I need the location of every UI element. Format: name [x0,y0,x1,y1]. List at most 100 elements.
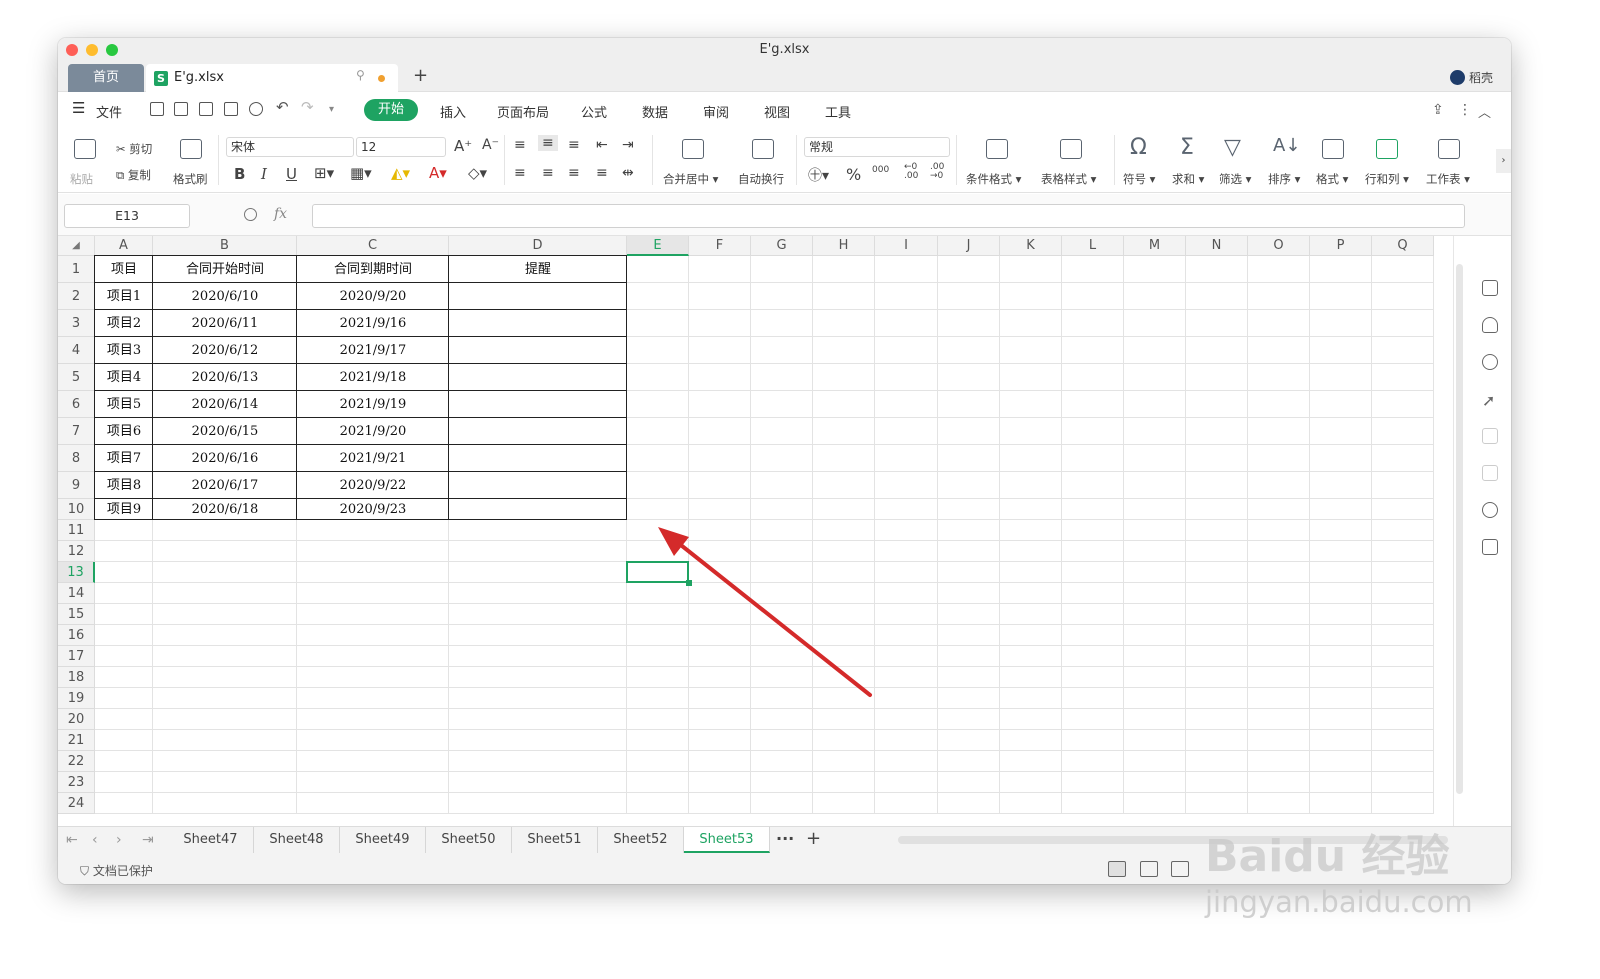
fill-color-icon[interactable]: ◭▾ [391,164,410,182]
table-cell[interactable] [449,499,627,520]
open-icon[interactable] [150,102,164,116]
column-header-p[interactable]: P [1310,236,1372,256]
currency-icon[interactable]: ㊉▾ [808,165,829,185]
fill-handle[interactable] [686,580,692,586]
table-cell[interactable]: 项目1 [95,283,153,310]
row-header-19[interactable]: 19 [58,688,95,709]
table-style-button[interactable]: 表格样式 ▾ [1041,171,1096,187]
hamburger-menu-icon[interactable]: ☰ [72,99,85,117]
row-header-8[interactable]: 8 [58,445,95,472]
row-header-12[interactable]: 12 [58,541,95,562]
share-icon[interactable]: ⇪ [1432,102,1444,118]
table-cell[interactable]: 2020/6/16 [153,445,297,472]
normal-view-icon[interactable] [1108,861,1126,877]
table-cell[interactable]: 2020/6/18 [153,499,297,520]
new-tab-button[interactable]: + [413,65,428,86]
column-header-h[interactable]: H [813,236,875,256]
filter-button[interactable]: 筛选 ▾ [1219,171,1251,187]
column-header-a[interactable]: A [95,236,153,256]
wrap-text-label[interactable]: 自动换行 [738,171,784,187]
conditional-format-icon[interactable] [986,139,1008,159]
column-header-m[interactable]: M [1124,236,1186,256]
last-sheet-icon[interactable]: ⇥ [142,832,154,848]
row-header-11[interactable]: 11 [58,520,95,541]
menu-file[interactable]: 文件 [96,102,122,121]
increase-indent-icon[interactable]: ⇥ [622,137,634,153]
shapes-icon[interactable] [1482,280,1498,296]
menu-tab-tools[interactable]: 工具 [825,102,851,121]
filter-icon[interactable]: ▽ [1224,135,1241,160]
align-right-icon[interactable]: ≡ [568,165,580,181]
column-header-q[interactable]: Q [1372,236,1434,256]
cut-button[interactable]: ✂ 剪切 [116,141,152,157]
fill-pattern-icon[interactable]: ▦▾ [350,164,372,182]
customize-chevron-icon[interactable]: ▾ [329,104,334,115]
table-cell[interactable]: 2021/9/17 [297,337,449,364]
align-left-icon[interactable]: ≡ [514,165,526,181]
row-header-17[interactable]: 17 [58,646,95,667]
tab-home[interactable]: 首页 [68,64,144,92]
column-header-k[interactable]: K [1000,236,1062,256]
align-middle-icon[interactable]: ≡ [538,135,558,151]
translate-icon[interactable] [1482,465,1498,481]
table-cell[interactable] [449,472,627,499]
increase-decimal-icon[interactable]: ←0.00 [904,163,918,181]
column-header-d[interactable]: D [449,236,627,256]
row-header-22[interactable]: 22 [58,751,95,772]
clear-icon[interactable]: ◇▾ [468,164,487,182]
select-all-corner[interactable]: ◢ [58,236,95,256]
redo-icon[interactable]: ↷ [301,98,314,116]
paste-icon[interactable] [74,139,96,159]
thousands-button[interactable]: 000 [872,165,889,175]
font-name-select[interactable]: 宋体 [226,137,354,157]
font-color-icon[interactable]: A▾ [429,164,447,182]
decrease-font-icon[interactable]: A⁻ [482,137,499,153]
row-header-16[interactable]: 16 [58,625,95,646]
settings-sliders-icon[interactable] [1482,428,1498,444]
table-cell[interactable]: 2020/6/13 [153,364,297,391]
table-cell[interactable]: 2020/6/17 [153,472,297,499]
table-cell[interactable]: 2021/9/20 [297,418,449,445]
menu-tab-insert[interactable]: 插入 [440,102,466,121]
table-cell[interactable]: 项目9 [95,499,153,520]
table-cell[interactable]: 项目6 [95,418,153,445]
menu-tab-page-layout[interactable]: 页面布局 [497,102,549,121]
decrease-indent-icon[interactable]: ⇤ [596,137,608,153]
table-cell[interactable]: 2020/9/23 [297,499,449,520]
row-header-1[interactable]: 1 [58,256,95,283]
row-header-6[interactable]: 6 [58,391,95,418]
table-header-cell[interactable]: 合同开始时间 [153,256,297,283]
table-header-cell[interactable]: 合同到期时间 [297,256,449,283]
vertical-scrollbar[interactable] [1456,264,1463,794]
table-cell[interactable]: 项目4 [95,364,153,391]
row-header-24[interactable]: 24 [58,793,95,814]
row-header-15[interactable]: 15 [58,604,95,625]
column-header-g[interactable]: G [751,236,813,256]
prev-sheet-icon[interactable]: ‹ [92,832,98,848]
table-cell[interactable]: 2020/6/15 [153,418,297,445]
pin-icon[interactable]: ⚲ [356,68,365,82]
menu-tab-data[interactable]: 数据 [642,102,668,121]
row-header-9[interactable]: 9 [58,472,95,499]
ribbon-scroll-right-icon[interactable]: › [1496,149,1511,173]
sheet-tab-sheet47[interactable]: Sheet47 [168,827,254,853]
sheet-tab-sheet49[interactable]: Sheet49 [340,827,426,853]
row-header-2[interactable]: 2 [58,283,95,310]
table-cell[interactable] [449,391,627,418]
align-center-icon[interactable]: ≡ [542,165,554,181]
sheet-tab-sheet50[interactable]: Sheet50 [426,827,512,853]
row-header-5[interactable]: 5 [58,364,95,391]
align-bottom-icon[interactable]: ≡ [568,137,580,153]
table-cell[interactable]: 2020/6/11 [153,310,297,337]
column-header-f[interactable]: F [689,236,751,256]
collapse-ribbon-icon[interactable]: ︿ [1478,102,1491,121]
increase-font-icon[interactable]: A⁺ [454,137,472,155]
select-cursor-icon[interactable]: ➚ [1482,391,1498,410]
column-header-b[interactable]: B [153,236,297,256]
selected-cell-e13[interactable] [626,561,689,583]
formula-input[interactable] [312,204,1465,228]
table-cell[interactable]: 项目2 [95,310,153,337]
row-header-23[interactable]: 23 [58,772,95,793]
export-pdf-icon[interactable] [199,102,213,116]
number-format-select[interactable]: 常规 [804,137,950,157]
